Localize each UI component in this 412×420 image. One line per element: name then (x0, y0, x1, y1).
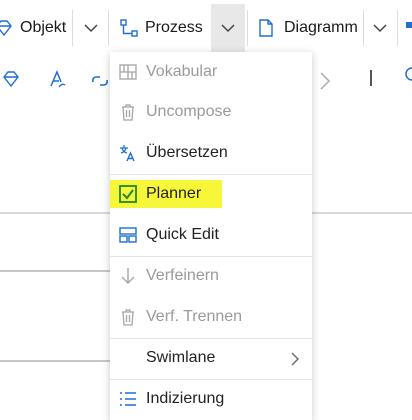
prozess-button[interactable]: Prozess (119, 8, 203, 48)
diagramm-button[interactable]: Diagramm (256, 8, 358, 48)
menu-item-planner[interactable]: Planner (110, 174, 312, 214)
chevron-right-icon[interactable] (316, 66, 334, 96)
menu-item-label: Indizierung (146, 390, 225, 407)
menu-item-label: Verf. Trennen (146, 308, 243, 325)
text-style-icon[interactable] (47, 64, 69, 94)
chevron-down-icon[interactable] (370, 18, 390, 38)
menu-item-verfeinern[interactable]: Verfeinern (110, 256, 312, 296)
checkbox-checked-icon (119, 185, 137, 203)
toolbar-separator (370, 70, 372, 86)
document-icon (259, 19, 273, 37)
chevron-right-icon (291, 352, 299, 366)
menu-item-label: Verfeinern (146, 267, 219, 284)
menu-item-verf-trennen[interactable]: Verf. Trennen (110, 297, 312, 337)
menu-item-label: Swimlane (146, 349, 216, 366)
diamond-icon (0, 20, 12, 37)
toolbar-separator (363, 10, 364, 46)
toolbar: Objekt Prozess Diagramm (0, 0, 412, 56)
menu-item-label: Quick Edit (146, 226, 219, 243)
chevron-down-icon[interactable] (81, 18, 101, 38)
toolbar-separator (397, 10, 398, 46)
trash-icon (122, 309, 134, 326)
numbered-list-icon (120, 392, 136, 406)
toolbar-separator (108, 10, 109, 46)
prozess-label: Prozess (145, 19, 203, 36)
menu-item-label: Planner (146, 185, 202, 202)
diagramm-label: Diagramm (284, 19, 358, 36)
process-flow-icon (120, 19, 138, 37)
overflow-icon[interactable] (404, 16, 412, 38)
toolbar-separator (72, 10, 73, 46)
quick-edit-icon (119, 227, 137, 243)
zoom-icon[interactable] (402, 64, 412, 86)
diamond-icon[interactable] (0, 64, 22, 94)
chevron-down-icon[interactable] (218, 18, 238, 38)
objekt-label: Objekt (20, 19, 67, 36)
arrow-down-icon (121, 268, 135, 284)
objekt-button[interactable]: Objekt (0, 8, 66, 48)
menu-item-indizierung[interactable]: Indizierung (110, 379, 312, 419)
menu-item-swimlane[interactable]: Swimlane (110, 338, 312, 378)
menu-item-quick-edit[interactable]: Quick Edit (110, 215, 312, 255)
link-icon[interactable] (90, 66, 110, 96)
prozess-dropdown-menu-overlay: Planner Quick Edit Verfeinern Verf. Tren… (110, 52, 312, 420)
toolbar-separator (247, 10, 248, 46)
